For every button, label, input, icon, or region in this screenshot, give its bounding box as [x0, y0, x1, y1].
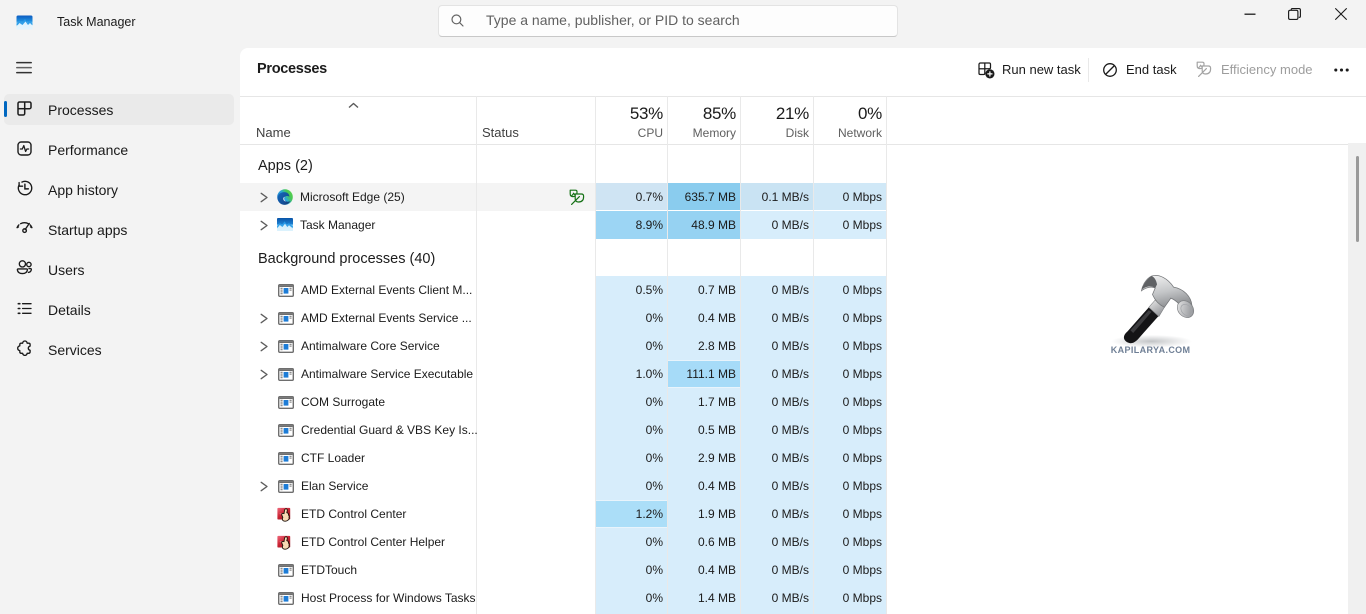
svg-text:KAPILARYA.COM: KAPILARYA.COM — [1111, 345, 1191, 355]
